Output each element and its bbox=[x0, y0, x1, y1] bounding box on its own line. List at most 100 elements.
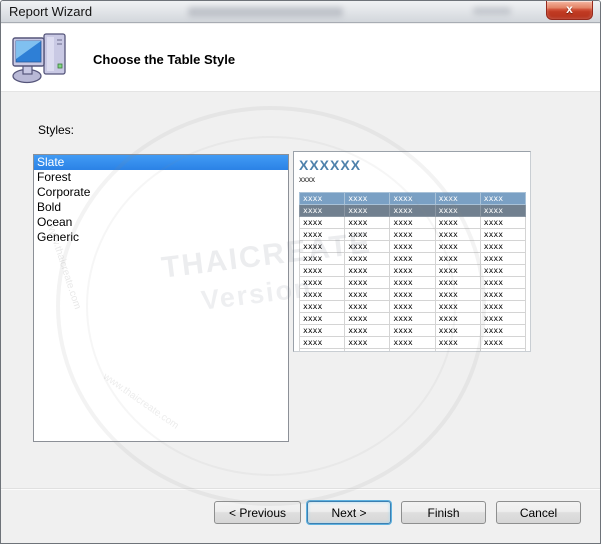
preview-cell: xxxx bbox=[480, 277, 525, 289]
previous-button[interactable]: < Previous bbox=[214, 501, 301, 524]
preview-cell: xxxx bbox=[300, 253, 345, 265]
preview-cell: xxxx bbox=[435, 241, 480, 253]
close-button[interactable]: x bbox=[546, 1, 593, 20]
preview-cell: xxxx bbox=[480, 349, 525, 353]
preview-cell: xxxx bbox=[345, 289, 390, 301]
styles-listbox[interactable]: SlateForestCorporateBoldOceanGeneric bbox=[33, 154, 289, 442]
preview-cell: xxxx bbox=[390, 289, 435, 301]
preview-cell: xxxx bbox=[345, 349, 390, 353]
preview-cell: xxxx bbox=[345, 229, 390, 241]
preview-cell: xxxx bbox=[480, 313, 525, 325]
preview-table-row: xxxxxxxxxxxxxxxxxxxx bbox=[300, 289, 526, 301]
preview-table-row: xxxxxxxxxxxxxxxxxxxx bbox=[300, 217, 526, 229]
preview-cell: xxxx bbox=[390, 337, 435, 349]
preview-cell: xxxx bbox=[390, 205, 435, 217]
preview-cell: xxxx bbox=[480, 289, 525, 301]
style-option-bold[interactable]: Bold bbox=[34, 200, 288, 215]
footer-divider bbox=[1, 488, 600, 490]
preview-cell: xxxx bbox=[435, 217, 480, 229]
preview-cell: xxxx bbox=[480, 301, 525, 313]
preview-cell: xxxx bbox=[480, 229, 525, 241]
preview-cell: xxxx bbox=[345, 313, 390, 325]
preview-cell: xxxx bbox=[390, 253, 435, 265]
preview-cell: xxxx bbox=[435, 253, 480, 265]
preview-cell: xxxx bbox=[390, 217, 435, 229]
preview-cell: xxxx bbox=[300, 265, 345, 277]
preview-cell: xxxx bbox=[345, 205, 390, 217]
preview-cell: xxxx bbox=[390, 301, 435, 313]
preview-table-row: xxxxxxxxxxxxxxxxxxxx bbox=[300, 205, 526, 217]
preview-cell: xxxx bbox=[300, 349, 345, 353]
preview-cell: xxxx bbox=[345, 277, 390, 289]
preview-cell: xxxx bbox=[480, 337, 525, 349]
titlebar[interactable]: Report Wizard x bbox=[1, 1, 600, 23]
preview-cell: xxxx bbox=[300, 325, 345, 337]
preview-cell: xxxx bbox=[300, 301, 345, 313]
preview-cell: xxxx bbox=[390, 349, 435, 353]
preview-cell: xxxx bbox=[345, 217, 390, 229]
preview-cell: xxxx bbox=[390, 265, 435, 277]
preview-table-row: xxxxxxxxxxxxxxxxxxxx bbox=[300, 253, 526, 265]
style-option-generic[interactable]: Generic bbox=[34, 230, 288, 245]
preview-cell: xxxx bbox=[435, 277, 480, 289]
preview-cell: xxxx bbox=[300, 277, 345, 289]
window-title: Report Wizard bbox=[9, 4, 92, 19]
preview-table: xxxxxxxxxxxxxxxxxxxxxxxxxxxxxxxxxxxxxxxx… bbox=[299, 192, 526, 352]
preview-table-row: xxxxxxxxxxxxxxxxxxxx bbox=[300, 325, 526, 337]
preview-cell: xxxx bbox=[435, 325, 480, 337]
preview-table-row: xxxxxxxxxxxxxxxxxxxx bbox=[300, 193, 526, 205]
preview-cell: xxxx bbox=[345, 193, 390, 205]
preview-cell: xxxx bbox=[480, 325, 525, 337]
preview-cell: xxxx bbox=[345, 301, 390, 313]
redacted-text bbox=[188, 7, 343, 17]
preview-cell: xxxx bbox=[435, 193, 480, 205]
preview-cell: xxxx bbox=[300, 205, 345, 217]
preview-cell: xxxx bbox=[435, 301, 480, 313]
preview-cell: xxxx bbox=[390, 229, 435, 241]
preview-cell: xxxx bbox=[300, 313, 345, 325]
preview-cell: xxxx bbox=[345, 241, 390, 253]
preview-report-subtitle: xxxx bbox=[299, 175, 526, 184]
style-option-ocean[interactable]: Ocean bbox=[34, 215, 288, 230]
styles-label: Styles: bbox=[38, 123, 74, 137]
style-preview-panel: XXXXXX xxxx xxxxxxxxxxxxxxxxxxxxxxxxxxxx… bbox=[293, 151, 531, 352]
preview-cell: xxxx bbox=[300, 337, 345, 349]
preview-cell: xxxx bbox=[435, 337, 480, 349]
report-wizard-window: Report Wizard x bbox=[0, 0, 601, 544]
preview-cell: xxxx bbox=[300, 229, 345, 241]
preview-cell: xxxx bbox=[300, 193, 345, 205]
preview-table-row: xxxxxxxxxxxxxxxxxxxx bbox=[300, 241, 526, 253]
close-icon: x bbox=[566, 2, 573, 16]
preview-cell: xxxx bbox=[390, 313, 435, 325]
preview-table-row: xxxxxxxxxxxxxxxxxxxx bbox=[300, 349, 526, 353]
preview-cell: xxxx bbox=[480, 265, 525, 277]
finish-button[interactable]: Finish bbox=[401, 501, 486, 524]
preview-cell: xxxx bbox=[435, 289, 480, 301]
style-option-forest[interactable]: Forest bbox=[34, 170, 288, 185]
preview-cell: xxxx bbox=[345, 253, 390, 265]
preview-cell: xxxx bbox=[390, 241, 435, 253]
preview-cell: xxxx bbox=[300, 241, 345, 253]
preview-cell: xxxx bbox=[435, 313, 480, 325]
preview-cell: xxxx bbox=[480, 241, 525, 253]
preview-cell: xxxx bbox=[435, 349, 480, 353]
next-button[interactable]: Next > bbox=[307, 501, 391, 524]
style-option-slate[interactable]: Slate bbox=[34, 155, 288, 170]
preview-cell: xxxx bbox=[480, 253, 525, 265]
preview-cell: xxxx bbox=[300, 289, 345, 301]
preview-table-row: xxxxxxxxxxxxxxxxxxxx bbox=[300, 229, 526, 241]
preview-cell: xxxx bbox=[345, 325, 390, 337]
preview-cell: xxxx bbox=[390, 277, 435, 289]
preview-table-row: xxxxxxxxxxxxxxxxxxxx bbox=[300, 277, 526, 289]
preview-cell: xxxx bbox=[390, 325, 435, 337]
cancel-button[interactable]: Cancel bbox=[496, 501, 581, 524]
preview-cell: xxxx bbox=[480, 217, 525, 229]
preview-cell: xxxx bbox=[480, 205, 525, 217]
preview-table-row: xxxxxxxxxxxxxxxxxxxx bbox=[300, 337, 526, 349]
preview-cell: xxxx bbox=[480, 193, 525, 205]
preview-table-row: xxxxxxxxxxxxxxxxxxxx bbox=[300, 313, 526, 325]
style-option-corporate[interactable]: Corporate bbox=[34, 185, 288, 200]
preview-table-row: xxxxxxxxxxxxxxxxxxxx bbox=[300, 301, 526, 313]
preview-cell: xxxx bbox=[300, 217, 345, 229]
preview-cell: xxxx bbox=[390, 193, 435, 205]
